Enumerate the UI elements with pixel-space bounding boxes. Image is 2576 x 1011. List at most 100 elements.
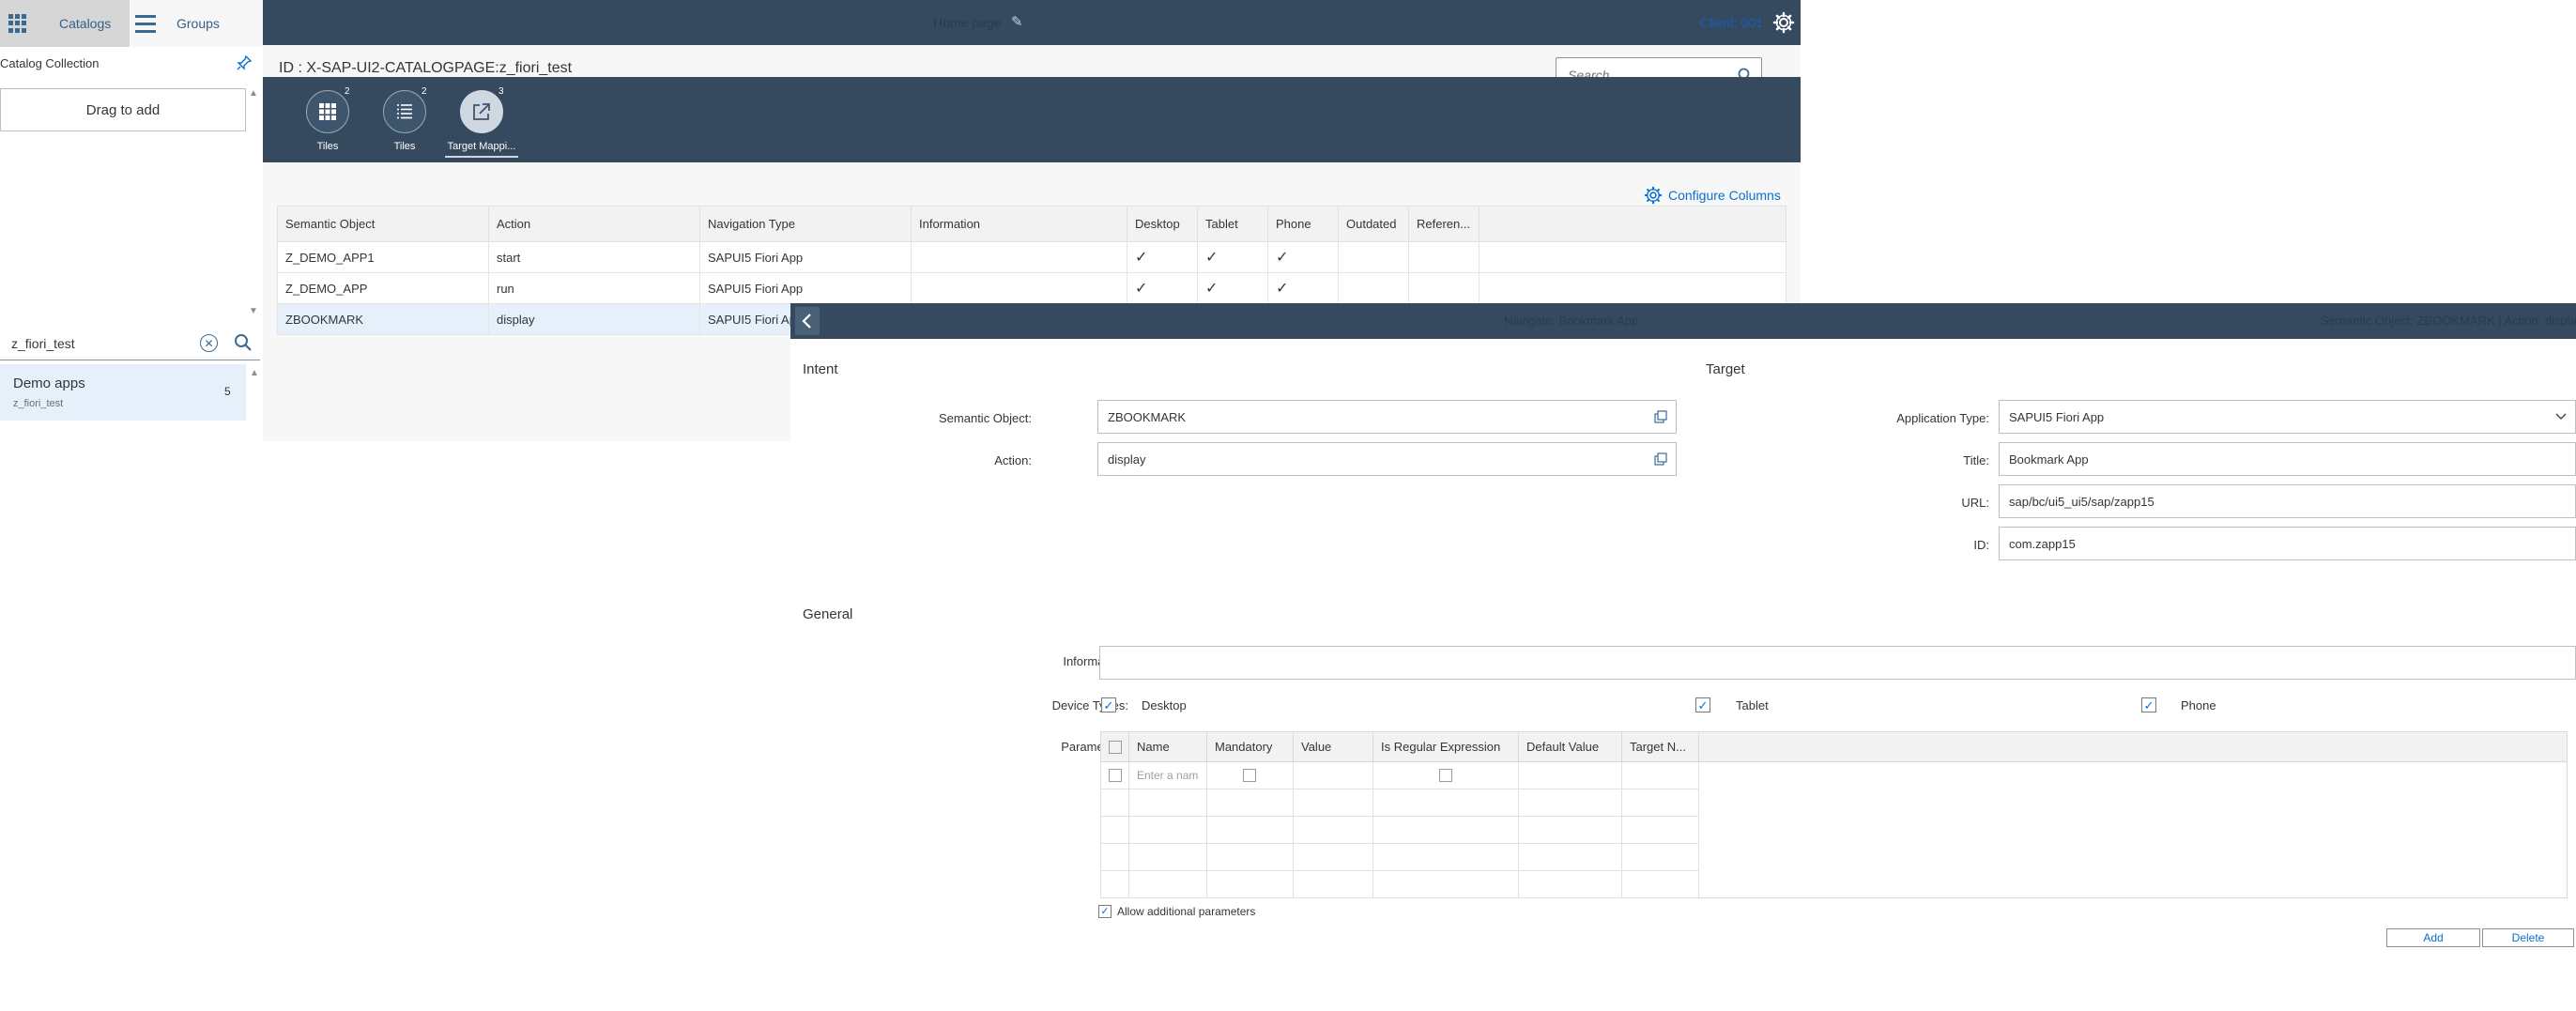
- column-header[interactable]: Tablet: [1197, 206, 1268, 242]
- title-label: Title:: [1963, 453, 1989, 467]
- catalog-search-input[interactable]: [11, 335, 199, 351]
- title-field[interactable]: Bookmark App: [1999, 442, 2576, 476]
- mandatory-checkbox[interactable]: [1243, 769, 1256, 783]
- param-default-input[interactable]: [1518, 761, 1622, 789]
- url-field[interactable]: sap/bc/ui5_ui5/sap/zapp15: [1999, 484, 2576, 518]
- back-button[interactable]: [795, 307, 820, 335]
- delete-parameter-button[interactable]: Delete: [2482, 928, 2574, 947]
- target-mapping-detail: Navigate: Bookmark App Semantic Object: …: [790, 303, 2576, 1011]
- information-field[interactable]: [1099, 646, 2576, 680]
- tab-label: Tiles: [316, 141, 339, 152]
- param-name-input[interactable]: Enter a nam: [1128, 761, 1207, 789]
- allow-additional-checkbox[interactable]: ✓: [1098, 905, 1112, 918]
- value-help-icon[interactable]: [1654, 452, 1667, 468]
- column-header[interactable]: Value: [1293, 731, 1373, 762]
- tab-count: 2: [345, 86, 350, 97]
- chevron-down-icon[interactable]: [2554, 409, 2568, 425]
- catalog-id-label: ID : X-SAP-UI2-CATALOGPAGE:z_fiori_test: [279, 60, 573, 76]
- clear-search-icon[interactable]: ✕: [200, 334, 218, 352]
- results-scroll-up-icon[interactable]: ▲: [250, 368, 259, 378]
- catalog-result-title: Demo apps: [13, 375, 85, 391]
- cell-desktop: ✓: [1127, 272, 1198, 304]
- cell-phone: ✓: [1267, 272, 1339, 304]
- configure-columns-label: Configure Columns: [1668, 188, 1781, 203]
- pin-icon[interactable]: [236, 54, 253, 76]
- application-type-select[interactable]: SAPUI5 Fiori App: [1999, 400, 2576, 434]
- phone-checkbox[interactable]: ✓: [2141, 697, 2156, 712]
- column-header[interactable]: Outdated: [1338, 206, 1409, 242]
- column-header[interactable]: Name: [1128, 731, 1207, 762]
- catalogs-tab-label: Catalogs: [59, 16, 112, 31]
- drag-to-add-zone[interactable]: Drag to add: [0, 88, 246, 131]
- param-value-input[interactable]: [1293, 761, 1373, 789]
- action-field[interactable]: display: [1097, 442, 1677, 476]
- column-header[interactable]: Default Value: [1518, 731, 1622, 762]
- semantic-object-field[interactable]: ZBOOKMARK: [1097, 400, 1677, 434]
- cell-action: run: [488, 272, 700, 304]
- tab-tiles-grid[interactable]: 2 Tiles: [290, 86, 365, 161]
- client-label: Client: 001: [1700, 15, 1763, 30]
- tablet-checkbox[interactable]: ✓: [1695, 697, 1710, 712]
- detail-header-info: Semantic Object: ZBOOKMARK | Action: dis…: [2321, 314, 2576, 328]
- catalogs-tab[interactable]: Catalogs: [0, 0, 130, 47]
- column-header[interactable]: Desktop: [1127, 206, 1198, 242]
- scroll-up-icon[interactable]: ▲: [249, 88, 258, 99]
- desktop-checkbox[interactable]: ✓: [1101, 697, 1116, 712]
- table-row[interactable]: Z_DEMO_APP run SAPUI5 Fiori App ✓ ✓ ✓: [277, 272, 1786, 304]
- select-all-cell[interactable]: [1100, 731, 1129, 762]
- apps-grid-icon: [8, 14, 27, 33]
- catalog-result-item[interactable]: Demo apps z_fiori_test 5: [0, 364, 246, 421]
- catalog-result-count: 5: [224, 385, 231, 398]
- search-icon[interactable]: [233, 332, 253, 356]
- value-help-icon[interactable]: [1654, 410, 1667, 426]
- add-parameter-button[interactable]: Add: [2386, 928, 2480, 947]
- tab-tiles-list[interactable]: 2 Tiles: [367, 86, 442, 161]
- row-select-checkbox[interactable]: [1109, 769, 1122, 783]
- catalog-list-scrollbar[interactable]: ▲ ▼: [247, 88, 260, 321]
- column-header[interactable]: Semantic Object: [277, 206, 489, 242]
- parameter-row-empty: [1100, 843, 2568, 871]
- configure-columns-button[interactable]: Configure Columns: [1644, 186, 1781, 205]
- column-header[interactable]: Action: [488, 206, 700, 242]
- catalog-search: ✕: [0, 327, 260, 360]
- param-target-input[interactable]: [1621, 761, 1699, 789]
- select-all-checkbox[interactable]: [1109, 741, 1122, 755]
- groups-tab[interactable]: Groups: [130, 0, 263, 47]
- parameter-row-empty: [1100, 816, 2568, 844]
- parameter-row[interactable]: Enter a nam: [1100, 761, 2568, 789]
- allow-additional-parameters[interactable]: ✓ Allow additional parameters: [1098, 905, 1255, 918]
- list-icon: [383, 90, 426, 133]
- table-header-row: Semantic Object Action Navigation Type I…: [277, 206, 1786, 242]
- catalog-list-pane: Catalogs Groups Catalog Collection Drag …: [0, 0, 263, 441]
- cell-semantic-object: ZBOOKMARK: [277, 303, 489, 335]
- tab-label: Target Mappi...: [447, 141, 516, 152]
- param-filler: [1699, 762, 2568, 789]
- column-header[interactable]: Mandatory: [1206, 731, 1294, 762]
- semantic-object-value: ZBOOKMARK: [1108, 409, 1187, 424]
- settings-gear-icon[interactable]: [1772, 11, 1795, 37]
- column-header[interactable]: Navigation Type: [699, 206, 912, 242]
- column-header[interactable]: Information: [911, 206, 1127, 242]
- shell-title[interactable]: Home page: [933, 15, 1001, 30]
- selected-tab-indicator: [445, 156, 518, 158]
- id-field[interactable]: com.zapp15: [1999, 527, 2576, 560]
- target-section-title: Target: [1706, 361, 1745, 377]
- scroll-down-icon[interactable]: ▼: [249, 306, 258, 316]
- tablet-label: Tablet: [1736, 698, 1769, 712]
- column-header-filler: [1698, 731, 2568, 762]
- parameters-header-row: Name Mandatory Value Is Regular Expressi…: [1100, 731, 2568, 762]
- column-header[interactable]: Phone: [1267, 206, 1339, 242]
- intent-section-title: Intent: [803, 361, 838, 377]
- cell-tablet: ✓: [1197, 272, 1268, 304]
- regex-checkbox[interactable]: [1439, 769, 1452, 783]
- edit-pencil-icon[interactable]: ✎: [1011, 13, 1023, 30]
- table-row[interactable]: Z_DEMO_APP1 start SAPUI5 Fiori App ✓ ✓ ✓: [277, 241, 1786, 273]
- tab-target-mappings[interactable]: 3 Target Mappi...: [444, 86, 519, 161]
- parameter-row-empty: [1100, 870, 2568, 898]
- menu-icon: [135, 14, 156, 33]
- column-header[interactable]: Target N...: [1621, 731, 1699, 762]
- column-header[interactable]: Is Regular Expression: [1372, 731, 1519, 762]
- cell-outdated: [1338, 272, 1409, 304]
- id-value: com.zapp15: [2009, 536, 2076, 551]
- column-header[interactable]: Referen...: [1408, 206, 1480, 242]
